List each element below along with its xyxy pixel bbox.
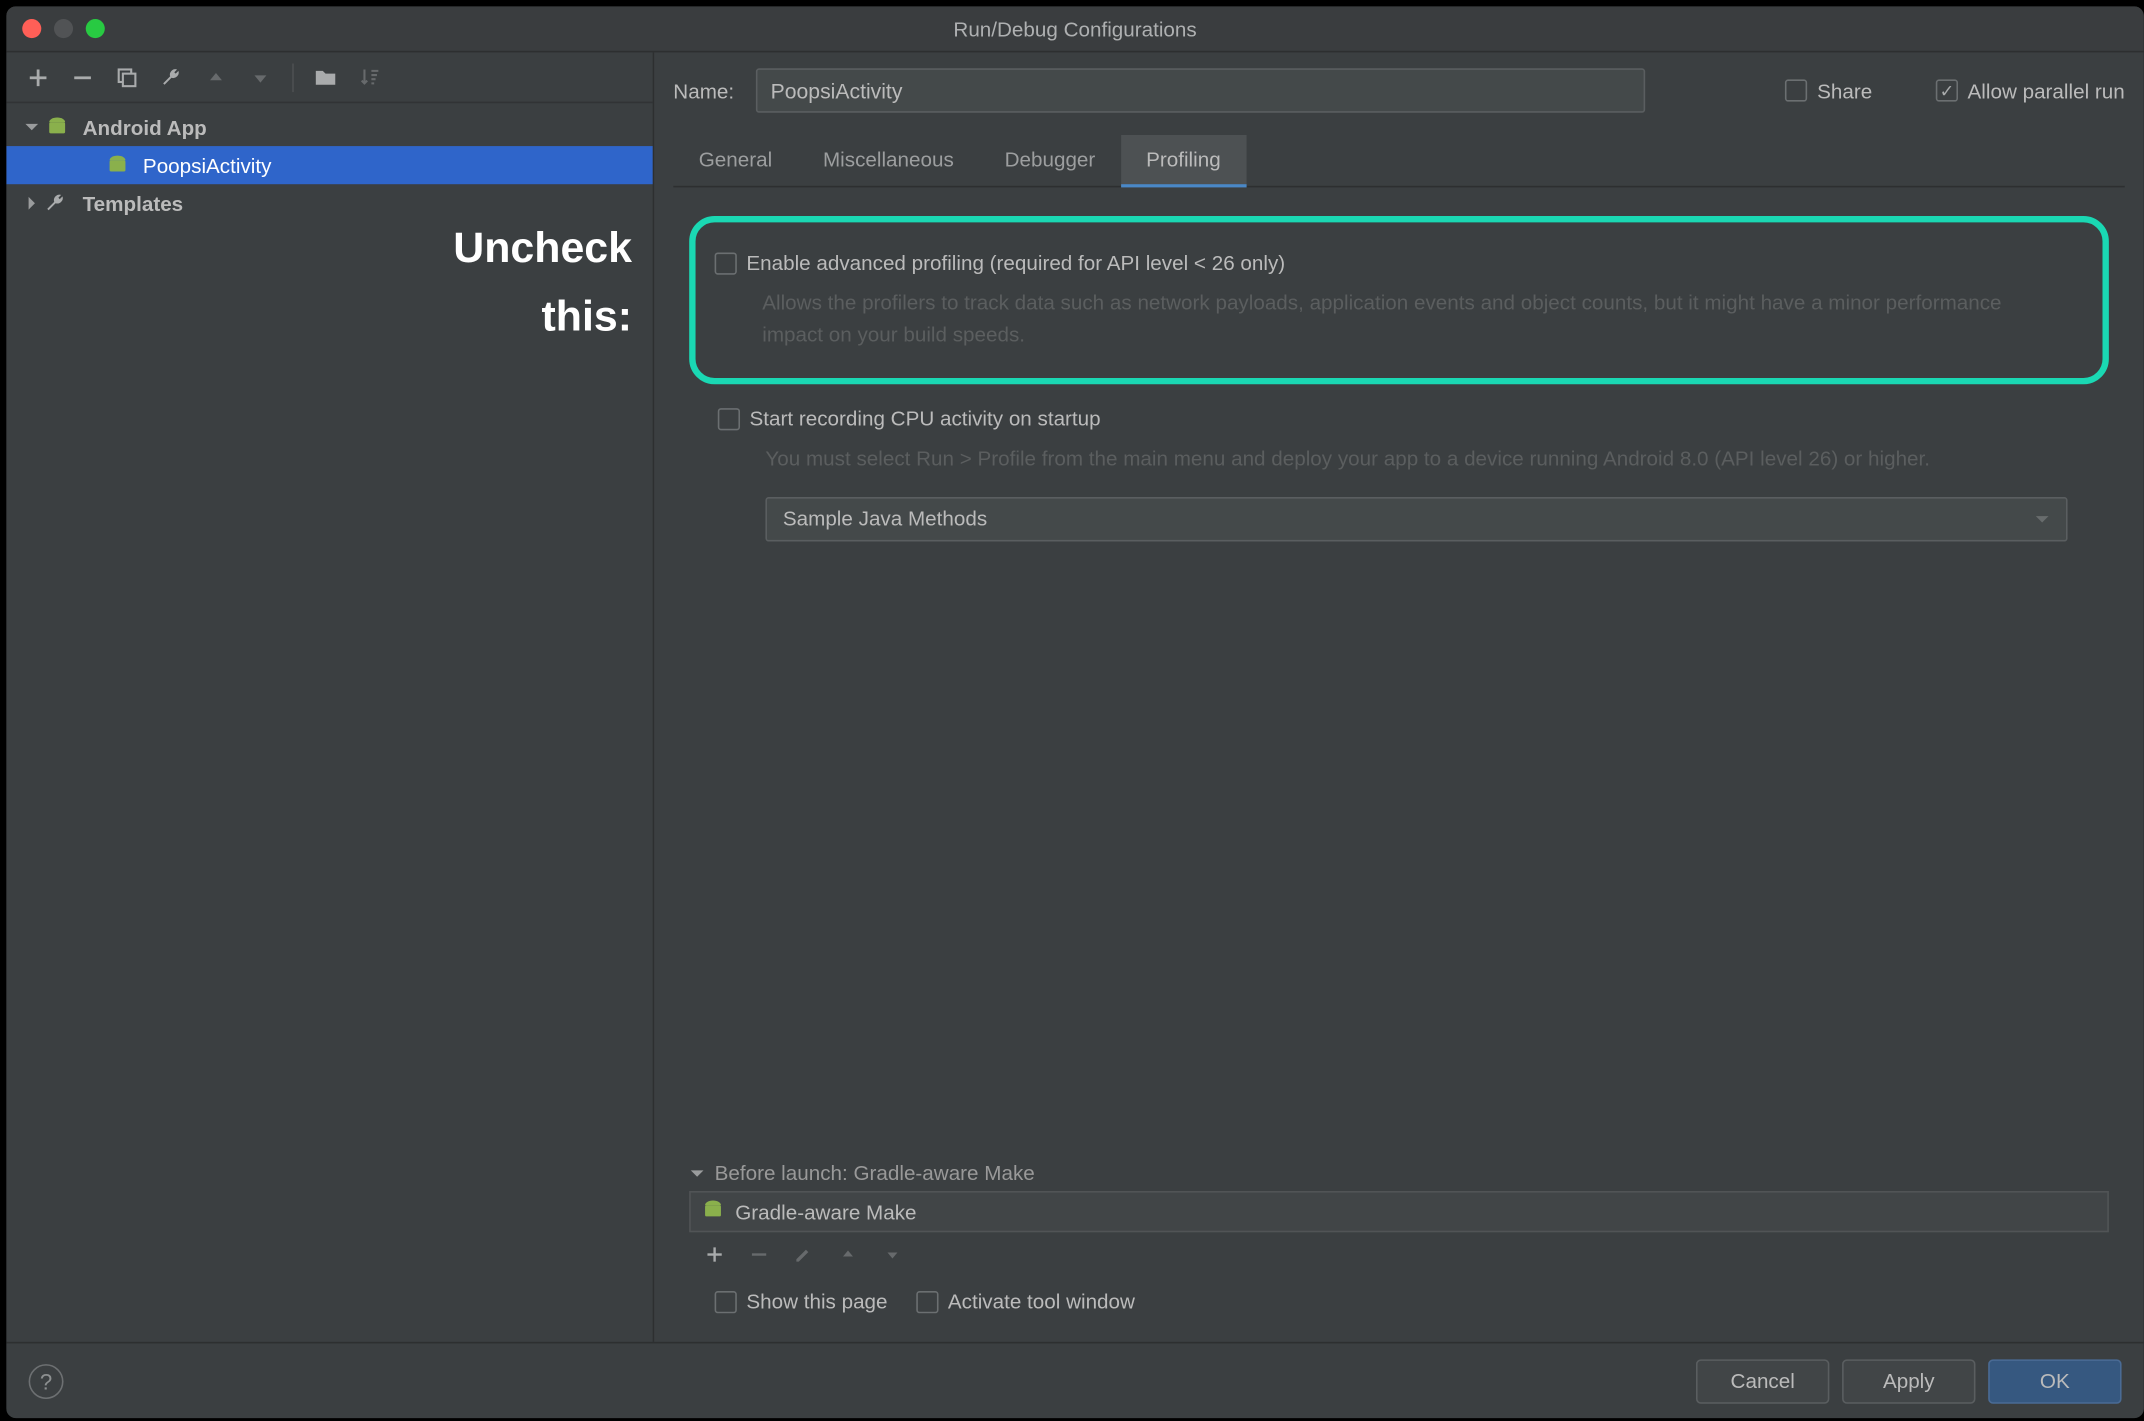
maximize-window-button[interactable] [86, 19, 105, 38]
before-launch-item: Gradle-aware Make [735, 1200, 916, 1224]
cpu-recording-desc: You must select Run > Profile from the m… [765, 443, 2067, 474]
copy-config-icon[interactable] [114, 64, 139, 89]
checkbox-icon [916, 1290, 938, 1312]
parallel-label: Allow parallel run [1968, 79, 2125, 103]
remove-config-icon[interactable] [70, 64, 95, 89]
move-task-down-icon [880, 1242, 905, 1267]
config-tree: Android App PoopsiActivity Templates [6, 103, 652, 1342]
name-label: Name: [673, 79, 734, 103]
checkbox-icon [715, 1290, 737, 1312]
apply-button[interactable]: Apply [1842, 1359, 1975, 1403]
chevron-down-icon [19, 119, 44, 135]
checkbox-icon [1785, 79, 1807, 101]
add-config-icon[interactable] [25, 64, 50, 89]
tab-general[interactable]: General [673, 135, 797, 186]
edit-task-icon [791, 1242, 816, 1267]
share-label: Share [1817, 79, 1872, 103]
titlebar: Run/Debug Configurations [6, 6, 2143, 52]
folder-icon[interactable] [313, 64, 338, 89]
remove-task-icon [746, 1242, 771, 1267]
move-task-up-icon [835, 1242, 860, 1267]
before-launch-section: Before launch: Gradle-aware Make Gradle-… [689, 1161, 2109, 1277]
tab-profiling[interactable]: Profiling [1121, 135, 1246, 187]
profiling-tab-body: Enable advanced profiling (required for … [673, 187, 2124, 1341]
traffic-lights [22, 19, 105, 38]
toolbar-separator [292, 63, 294, 92]
tree-label: PoopsiActivity [143, 153, 272, 177]
cpu-recording-label: Start recording CPU activity on startup [750, 407, 1101, 431]
android-icon [44, 114, 76, 139]
before-launch-header[interactable]: Before launch: Gradle-aware Make [715, 1161, 1035, 1185]
config-main-panel: Name: Share Allow parallel run General [654, 52, 2144, 1341]
minimize-window-button [54, 19, 73, 38]
enable-advanced-profiling-checkbox[interactable]: Enable advanced profiling (required for … [715, 251, 1286, 275]
close-window-button[interactable] [22, 19, 41, 38]
tree-label: Android App [83, 115, 207, 139]
chevron-down-icon[interactable] [689, 1165, 705, 1181]
select-value: Sample Java Methods [783, 507, 987, 531]
chevron-right-icon [19, 195, 44, 211]
share-checkbox[interactable]: Share [1785, 79, 1872, 103]
sort-icon[interactable] [357, 64, 382, 89]
gradle-icon [700, 1197, 725, 1227]
tree-row-poopsi-activity[interactable]: PoopsiActivity [6, 146, 652, 184]
run-debug-config-window: Run/Debug Configurations [6, 6, 2143, 1418]
checkbox-checked-icon [1936, 79, 1958, 101]
move-down-icon [248, 64, 273, 89]
start-cpu-recording-checkbox[interactable]: Start recording CPU activity on startup [718, 407, 1101, 431]
add-task-icon[interactable] [702, 1242, 727, 1267]
wrench-icon [44, 192, 76, 214]
cpu-method-select[interactable]: Sample Java Methods [765, 496, 2067, 540]
config-tabs: General Miscellaneous Debugger Profiling [673, 135, 2124, 187]
cancel-button[interactable]: Cancel [1696, 1359, 1829, 1403]
chevron-down-icon [2034, 511, 2050, 527]
sidebar-toolbar [6, 52, 652, 103]
highlight-annotation-box: Enable advanced profiling (required for … [689, 216, 2109, 384]
activate-tool-window-label: Activate tool window [948, 1289, 1135, 1313]
help-icon[interactable]: ? [29, 1363, 64, 1398]
before-launch-list[interactable]: Gradle-aware Make [689, 1191, 2109, 1232]
window-title: Run/Debug Configurations [953, 17, 1196, 41]
wrench-icon[interactable] [159, 64, 184, 89]
show-this-page-label: Show this page [746, 1289, 887, 1313]
tree-label: Templates [83, 191, 184, 215]
advanced-profiling-label: Enable advanced profiling (required for … [746, 251, 1285, 275]
tree-row-android-app[interactable]: Android App [6, 108, 652, 146]
checkbox-icon [715, 252, 737, 274]
config-name-input[interactable] [756, 68, 1645, 112]
show-this-page-checkbox[interactable]: Show this page [715, 1289, 888, 1313]
before-launch-toolbar [689, 1232, 2109, 1276]
tab-debugger[interactable]: Debugger [979, 135, 1121, 186]
tab-miscellaneous[interactable]: Miscellaneous [798, 135, 980, 186]
advanced-profiling-desc: Allows the profilers to track data such … [762, 287, 2064, 349]
move-up-icon [203, 64, 228, 89]
ok-button[interactable]: OK [1988, 1359, 2121, 1403]
tree-row-templates[interactable]: Templates [6, 184, 652, 222]
allow-parallel-run-checkbox[interactable]: Allow parallel run [1936, 79, 2125, 103]
configurations-sidebar: Android App PoopsiActivity Templates [6, 52, 654, 1341]
android-icon [105, 152, 137, 177]
checkbox-icon [718, 407, 740, 429]
activate-tool-window-checkbox[interactable]: Activate tool window [916, 1289, 1135, 1313]
bottom-bar: ? Cancel Apply OK [6, 1342, 2143, 1418]
